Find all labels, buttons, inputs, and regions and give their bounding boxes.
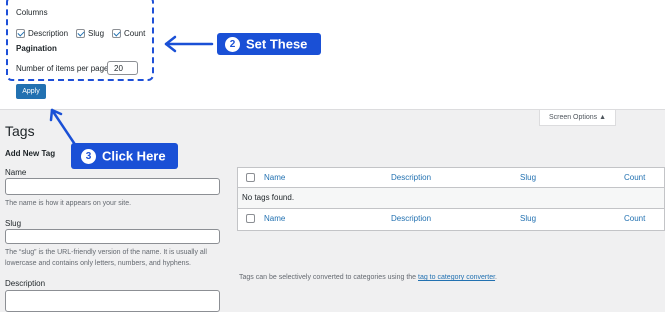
slug-field-label: Slug bbox=[5, 219, 22, 228]
empty-message: No tags found. bbox=[242, 193, 295, 202]
slug-help-line-2: lowercase and contains only letters, num… bbox=[5, 260, 191, 267]
select-all-checkbox[interactable] bbox=[246, 173, 255, 183]
description-field-label: Description bbox=[5, 279, 46, 288]
name-label: Name bbox=[5, 168, 27, 177]
column-footer-count[interactable]: Count bbox=[624, 209, 645, 229]
column-footer-description[interactable]: Description bbox=[391, 209, 431, 229]
slug-help-line-1: The “slug” is the URL-friendly version o… bbox=[5, 249, 207, 256]
table-footer-row: Name Description Slug Count bbox=[238, 209, 664, 230]
converter-note: Tags can be selectively converted to cat… bbox=[239, 272, 497, 283]
page-title: Tags bbox=[5, 123, 35, 139]
description-textarea[interactable] bbox=[5, 290, 220, 312]
select-all-checkbox-footer[interactable] bbox=[246, 214, 255, 224]
name-input[interactable] bbox=[5, 178, 220, 195]
column-footer-slug[interactable]: Slug bbox=[520, 209, 536, 229]
arrow-to-options-icon bbox=[164, 35, 214, 53]
table-header-row: Name Description Slug Count bbox=[238, 168, 664, 188]
slug-input[interactable] bbox=[5, 229, 220, 244]
column-footer-name[interactable]: Name bbox=[264, 209, 285, 229]
column-header-description[interactable]: Description bbox=[391, 168, 431, 188]
arrow-to-apply-icon bbox=[49, 108, 78, 148]
tag-converter-link[interactable]: tag to category converter bbox=[418, 274, 495, 281]
add-new-tag-heading: Add New Tag bbox=[5, 149, 56, 158]
table-row: No tags found. bbox=[238, 188, 664, 209]
converter-note-suffix: . bbox=[495, 274, 497, 281]
converter-note-prefix: Tags can be selectively converted to cat… bbox=[239, 274, 418, 281]
column-header-slug[interactable]: Slug bbox=[520, 168, 536, 188]
tags-table: Name Description Slug Count No tags foun… bbox=[237, 167, 665, 231]
column-header-count[interactable]: Count bbox=[624, 168, 645, 188]
name-help: The name is how it appears on your site. bbox=[5, 200, 132, 207]
column-header-name[interactable]: Name bbox=[264, 168, 285, 188]
slug-help: The “slug” is the URL-friendly version o… bbox=[5, 247, 227, 269]
